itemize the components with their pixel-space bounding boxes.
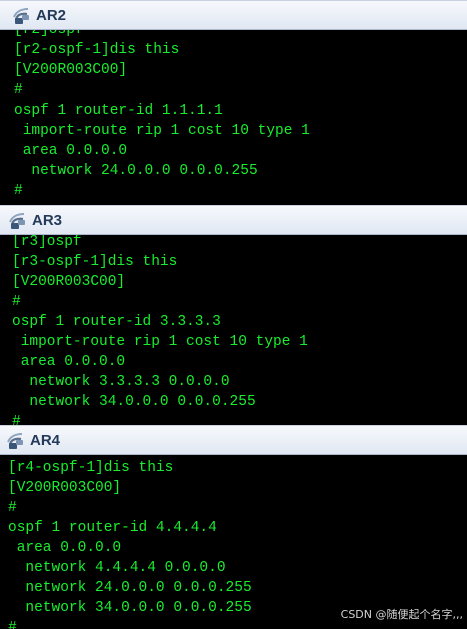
terminal-line: ospf 1 router-id 1.1.1.1 xyxy=(14,103,223,119)
terminal-line: import-route rip 1 cost 10 type 1 xyxy=(14,123,310,139)
device-console-icon xyxy=(7,433,23,449)
terminal-line: network 34.0.0.0 0.0.0.255 xyxy=(8,600,252,616)
window-title: AR3 xyxy=(32,212,63,229)
terminal-line: # xyxy=(14,183,23,199)
terminal-line: ospf 1 router-id 3.3.3.3 xyxy=(12,314,221,330)
terminal-line: # xyxy=(14,82,23,98)
window-title: AR2 xyxy=(36,7,67,24)
terminal-line: import-route rip 1 cost 10 type 1 xyxy=(12,334,308,350)
console-window-ar4[interactable]: AR4 [r4-ospf-1]dis this [V200R003C00] # … xyxy=(0,425,467,629)
terminal-line: # xyxy=(8,620,17,629)
terminal-output[interactable]: [r3]ospf [r3-ospf-1]dis this [V200R003C0… xyxy=(0,235,467,425)
terminal-output[interactable]: [r4-ospf-1]dis this [V200R003C00] # ospf… xyxy=(0,455,467,629)
title-bar[interactable]: AR3 xyxy=(0,205,467,235)
terminal-line: [V200R003C00] xyxy=(8,480,122,496)
terminal-line: [r2]ospf xyxy=(14,30,84,38)
device-console-icon xyxy=(13,8,29,24)
terminal-line: # xyxy=(8,500,17,516)
terminal-line: [V200R003C00] xyxy=(12,274,126,290)
terminal-line: network 4.4.4.4 0.0.0.0 xyxy=(8,560,226,576)
console-window-ar2[interactable]: AR2 [r2]ospf [r2-ospf-1]dis this [V200R0… xyxy=(0,0,467,205)
terminal-line: network 34.0.0.0 0.0.0.255 xyxy=(12,394,256,410)
terminal-line: [r3]ospf xyxy=(12,235,82,250)
terminal-line: area 0.0.0.0 xyxy=(8,540,122,556)
device-console-icon xyxy=(9,213,25,229)
terminal-line: ospf 1 router-id 4.4.4.4 xyxy=(8,520,217,536)
terminal-line: area 0.0.0.0 xyxy=(12,354,126,370)
terminal-line: network 24.0.0.0 0.0.0.255 xyxy=(8,580,252,596)
terminal-line: [r2-ospf-1]dis this xyxy=(14,42,180,58)
terminal-output[interactable]: [r2]ospf [r2-ospf-1]dis this [V200R003C0… xyxy=(0,30,467,205)
watermark: CSDN @随便起个名字,,, xyxy=(340,608,463,621)
terminal-line: [r3-ospf-1]dis this xyxy=(12,254,178,270)
terminal-line: network 3.3.3.3 0.0.0.0 xyxy=(12,374,230,390)
terminal-line: [r4-ospf-1]dis this xyxy=(8,460,174,476)
terminal-line: # xyxy=(12,414,21,425)
terminal-line: [V200R003C00] xyxy=(14,62,128,78)
terminal-line: area 0.0.0.0 xyxy=(14,143,128,159)
window-title: AR4 xyxy=(30,432,61,449)
title-bar[interactable]: AR2 xyxy=(0,0,467,30)
console-window-ar3[interactable]: AR3 [r3]ospf [r3-ospf-1]dis this [V200R0… xyxy=(0,205,467,425)
title-bar[interactable]: AR4 xyxy=(0,425,467,455)
terminal-line: network 24.0.0.0 0.0.0.255 xyxy=(14,163,258,179)
terminal-line: # xyxy=(12,294,21,310)
